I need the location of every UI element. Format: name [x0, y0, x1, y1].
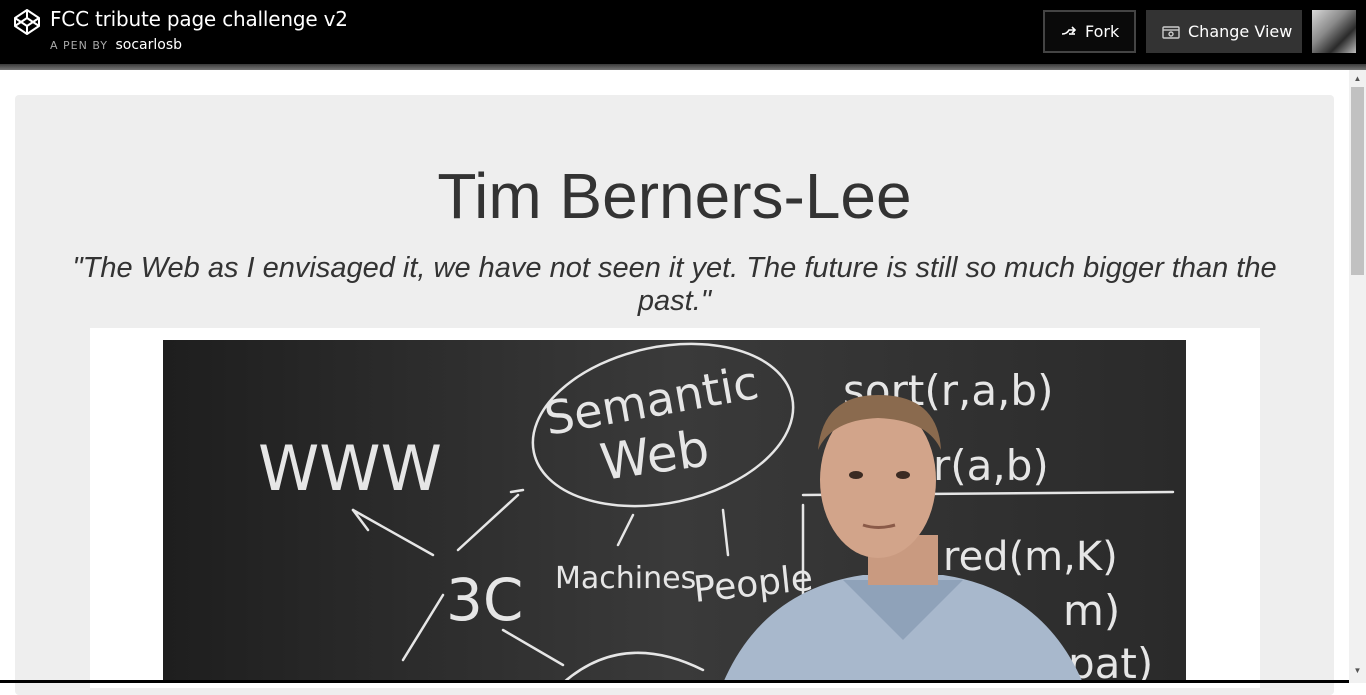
- arrow-up-icon[interactable]: ▲: [1349, 70, 1366, 87]
- chalk-w3c: 3C: [446, 566, 523, 634]
- byline-prefix: A PEN BY: [50, 39, 108, 52]
- scrollbar-thumb[interactable]: [1351, 87, 1364, 275]
- chalk-r: r(a,b): [933, 441, 1049, 490]
- tribute-quote: "The Web as I envisaged it, we have not …: [72, 252, 1277, 317]
- top-bar-divider: [0, 64, 1366, 70]
- user-avatar[interactable]: [1312, 10, 1356, 53]
- top-bar: FCC tribute page challenge v2 A PEN BY s…: [0, 0, 1366, 64]
- chalk-pat: pat): [1068, 639, 1153, 683]
- chalk-red: red(m,K): [943, 534, 1118, 580]
- chalk-www: WWW: [258, 432, 442, 505]
- change-view-label: Change View: [1188, 22, 1293, 41]
- arrow-down-icon[interactable]: ▼: [1349, 662, 1366, 679]
- byline: A PEN BY socarlosb: [50, 37, 182, 53]
- page-title: Tim Berners-Lee: [437, 160, 912, 232]
- fork-icon: [1061, 25, 1077, 35]
- change-view-icon: [1162, 25, 1180, 39]
- fork-label: Fork: [1085, 22, 1120, 41]
- author-link[interactable]: socarlosb: [116, 37, 183, 53]
- pen-title: FCC tribute page challenge v2: [50, 7, 348, 31]
- change-view-button[interactable]: Change View: [1146, 10, 1302, 53]
- tribute-image: WWW Semantic Web 3C Machines People sort…: [163, 340, 1186, 683]
- chalk-machines: Machines: [555, 561, 696, 596]
- codepen-logo-icon[interactable]: [13, 8, 41, 36]
- fork-button[interactable]: Fork: [1043, 10, 1136, 53]
- chalkboard-photo: WWW Semantic Web 3C Machines People sort…: [163, 340, 1186, 683]
- chalk-m: m): [1063, 586, 1120, 635]
- vertical-scrollbar[interactable]: ▲ ▼: [1349, 70, 1366, 683]
